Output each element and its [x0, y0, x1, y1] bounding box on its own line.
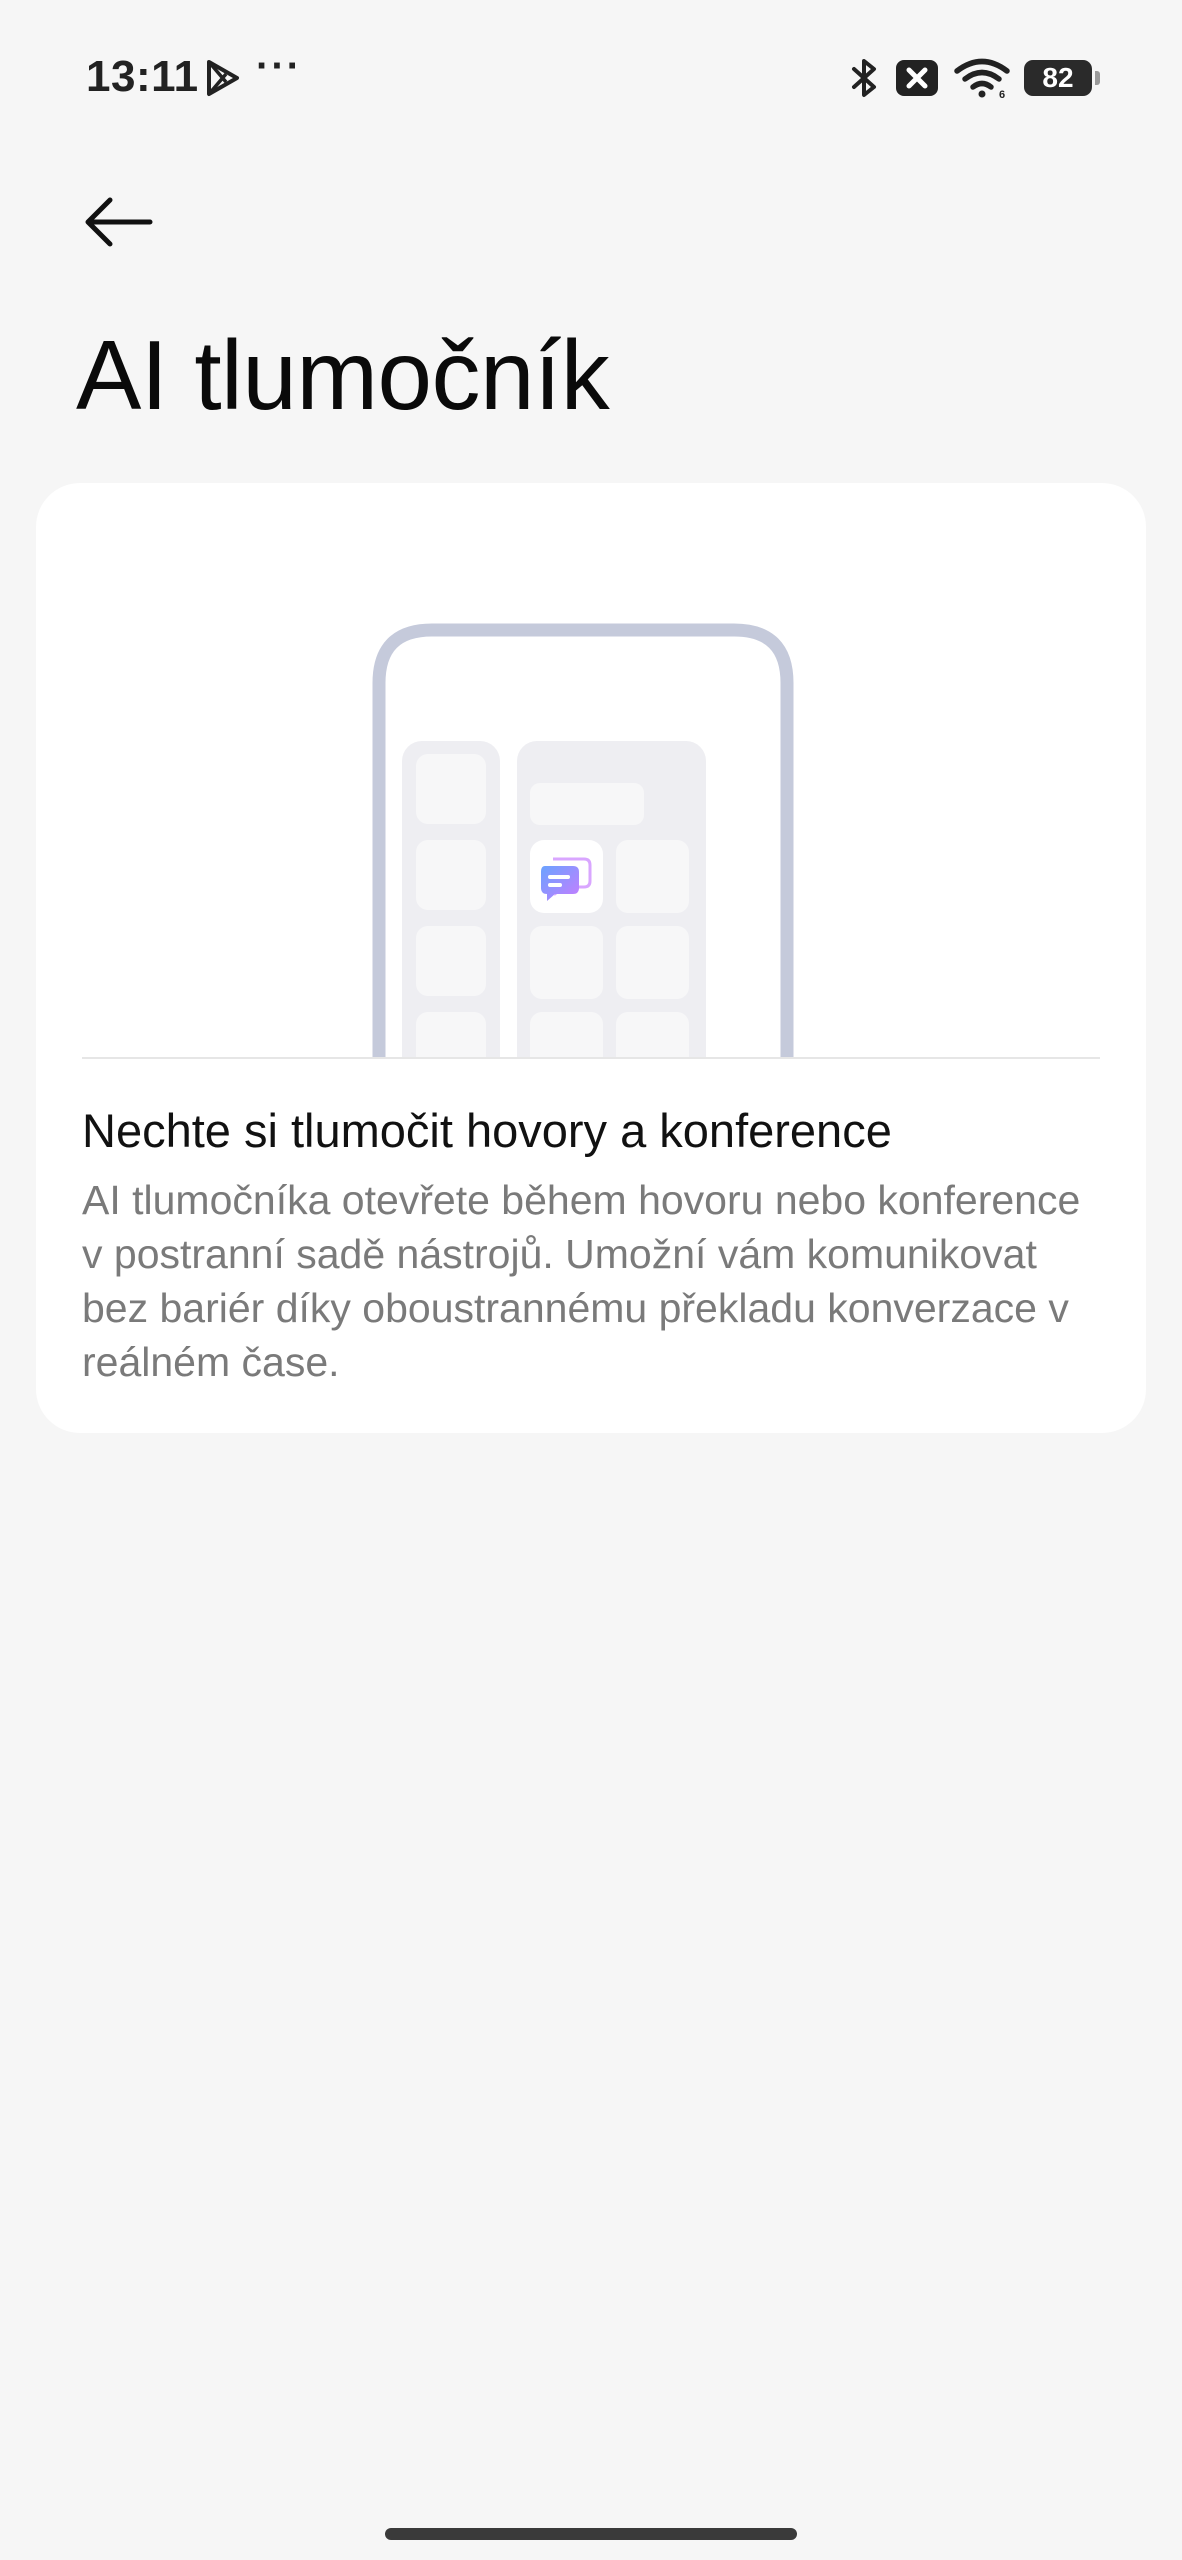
arrow-left-icon: [85, 197, 153, 247]
home-indicator[interactable]: [385, 2528, 797, 2540]
status-time: 13:11: [86, 52, 199, 101]
status-right-icons: 6 82: [850, 56, 1100, 100]
battery-icon: 82: [1024, 60, 1100, 96]
feature-card: Nechte si tlumočit hovory a konference A…: [36, 483, 1146, 1433]
battery-level: 82: [1042, 62, 1074, 93]
back-button[interactable]: [70, 180, 166, 264]
no-sim-icon: [896, 60, 938, 96]
wifi-icon: 6: [954, 58, 1010, 98]
card-heading: Nechte si tlumočit hovory a konference: [82, 1104, 892, 1157]
card-divider: [82, 1057, 1100, 1059]
card-description: AI tlumočníka otevřete během hovoru nebo…: [82, 1177, 1081, 1385]
phone-illustration: [372, 623, 794, 1058]
more-notifications-icon: ···: [256, 44, 302, 88]
status-bar: 13:11 ··· 6 82: [0, 0, 1182, 155]
bluetooth-icon: [852, 59, 876, 97]
svg-text:6: 6: [999, 89, 1005, 98]
page-title: AI tlumočník: [76, 320, 610, 430]
play-store-icon: [207, 60, 239, 96]
